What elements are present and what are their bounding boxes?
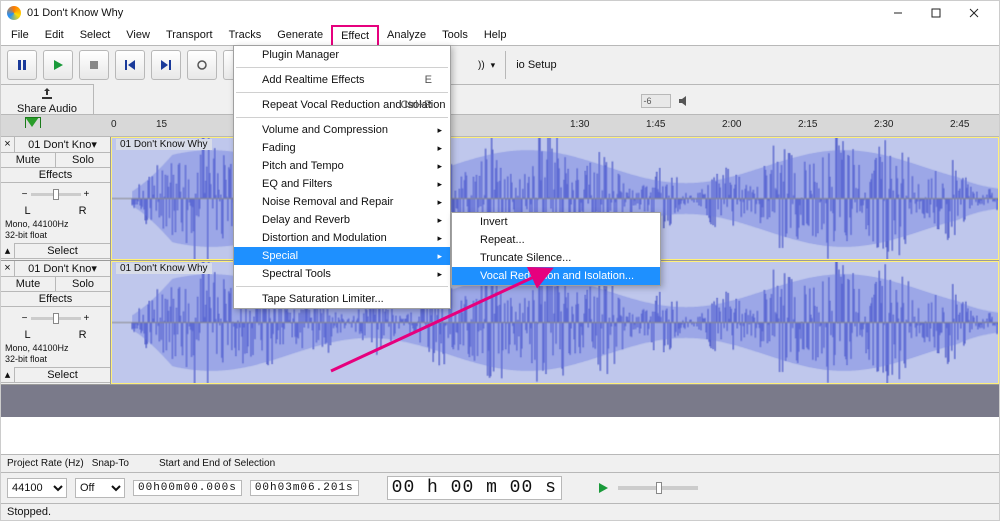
timeline-tick: 2:30 xyxy=(874,119,893,130)
menu-item[interactable]: Volume and Compression▸ xyxy=(234,121,450,139)
stop-button[interactable] xyxy=(79,50,109,80)
timeline-ruler[interactable]: 0151:301:452:002:152:302:453:00 xyxy=(1,115,999,137)
track-format: Mono, 44100Hz32-bit float xyxy=(1,341,110,367)
play-at-speed-icon[interactable] xyxy=(598,482,610,494)
mute-button[interactable]: Mute xyxy=(1,277,56,291)
submenu-item[interactable]: Repeat... xyxy=(452,231,660,249)
special-submenu: InvertRepeat...Truncate Silence...Vocal … xyxy=(451,212,661,286)
menu-item[interactable]: EQ and Filters▸ xyxy=(234,175,450,193)
effect-menu: Plugin Manager Add Realtime EffectsE Repea… xyxy=(233,45,451,309)
audio-setup-label[interactable]: io Setup xyxy=(516,59,556,71)
track-name[interactable]: 01 Don't Kno▾ xyxy=(15,261,110,276)
menu-item[interactable]: Spectral Tools▸ xyxy=(234,265,450,283)
close-button[interactable] xyxy=(955,2,993,24)
submenu-item[interactable]: Truncate Silence... xyxy=(452,249,660,267)
snap-to-label: Snap-To xyxy=(92,458,129,469)
menu-item[interactable]: Special▸ xyxy=(234,247,450,265)
app-logo-icon xyxy=(7,6,21,20)
skip-start-button[interactable] xyxy=(115,50,145,80)
menu-tools[interactable]: Tools xyxy=(434,25,476,45)
menu-item[interactable]: Repeat Vocal Reduction and IsolationCtrl… xyxy=(234,96,450,114)
window-title: 01 Don't Know Why xyxy=(27,7,879,19)
menu-generate[interactable]: Generate xyxy=(269,25,331,45)
solo-button[interactable]: Solo xyxy=(56,153,110,167)
gain-slider[interactable]: −+ xyxy=(1,307,110,329)
selection-label: Start and End of Selection xyxy=(159,458,369,469)
menu-item[interactable]: Pitch and Tempo▸ xyxy=(234,157,450,175)
skip-end-button[interactable] xyxy=(151,50,181,80)
titlebar: 01 Don't Know Why xyxy=(1,1,999,25)
menu-item[interactable]: Delay and Reverb▸ xyxy=(234,211,450,229)
timeline-tick: 0 xyxy=(111,119,117,130)
maximize-button[interactable] xyxy=(917,2,955,24)
audio-position[interactable]: 00 h 00 m 00 s xyxy=(387,476,562,500)
menu-effect[interactable]: Effect xyxy=(331,25,379,45)
timeline-tick: 1:30 xyxy=(570,119,589,130)
playback-speed-slider[interactable] xyxy=(618,486,698,490)
speaker-icon xyxy=(677,94,691,108)
toolbar-area: Share Audio )) ▾ io Setup ▾ -54 -48 -42 … xyxy=(1,45,999,115)
menu-transport[interactable]: Transport xyxy=(158,25,221,45)
menu-item[interactable]: Fading▸ xyxy=(234,139,450,157)
menu-help[interactable]: Help xyxy=(476,25,515,45)
play-button[interactable] xyxy=(43,50,73,80)
share-icon[interactable] xyxy=(40,87,54,101)
track-select-button[interactable]: Select xyxy=(15,243,110,258)
transport-toolbar xyxy=(1,46,260,84)
timeline-tick: 15 xyxy=(156,119,167,130)
pan-slider[interactable]: LR xyxy=(1,205,110,217)
playhead-marker-icon[interactable] xyxy=(25,117,39,127)
menu-file[interactable]: File xyxy=(3,25,37,45)
timeline-tick: 2:15 xyxy=(798,119,817,130)
track-format: Mono, 44100Hz32-bit float xyxy=(1,217,110,243)
gain-slider[interactable]: −+ xyxy=(1,183,110,205)
menu-analyze[interactable]: Analyze xyxy=(379,25,434,45)
project-rate-label: Project Rate (Hz) xyxy=(7,458,84,469)
submenu-item[interactable]: Invert xyxy=(452,213,660,231)
track-header: ×01 Don't Kno▾MuteSoloEffects−+LRMono, 4… xyxy=(1,137,111,260)
track-select-button[interactable]: Select xyxy=(15,367,110,382)
pause-button[interactable] xyxy=(7,50,37,80)
selection-start[interactable]: 00h00m00.000s xyxy=(133,480,242,496)
menu-item[interactable]: Noise Removal and Repair▸ xyxy=(234,193,450,211)
solo-button[interactable]: Solo xyxy=(56,277,110,291)
status-bar: Stopped. xyxy=(1,504,999,520)
mute-button[interactable]: Mute xyxy=(1,153,56,167)
track-close-button[interactable]: × xyxy=(1,261,15,276)
track-close-button[interactable]: × xyxy=(1,137,15,152)
track-header: ×01 Don't Kno▾MuteSoloEffects−+LRMono, 4… xyxy=(1,261,111,384)
menu-item[interactable]: Plugin Manager xyxy=(234,46,450,64)
minimize-button[interactable] xyxy=(879,2,917,24)
menu-item[interactable]: Tape Saturation Limiter... xyxy=(234,290,450,308)
menu-item[interactable]: Add Realtime EffectsE xyxy=(234,71,450,89)
loop-button[interactable] xyxy=(187,50,217,80)
share-label[interactable]: Share Audio xyxy=(17,103,77,115)
menu-tracks[interactable]: Tracks xyxy=(221,25,270,45)
clip-title[interactable]: 01 Don't Know Why xyxy=(116,139,212,150)
timeline-tick: 1:45 xyxy=(646,119,665,130)
track-collapse-button[interactable]: ▴ xyxy=(1,367,15,382)
effects-button[interactable]: Effects xyxy=(1,168,110,182)
menubar: File Edit Select View Transport Tracks G… xyxy=(1,25,999,45)
track-name[interactable]: 01 Don't Kno▾ xyxy=(15,137,110,152)
track-collapse-button[interactable]: ▴ xyxy=(1,243,15,258)
clip-title[interactable]: 01 Don't Know Why xyxy=(116,263,212,274)
project-rate-select[interactable]: 44100 xyxy=(7,478,67,498)
menu-select[interactable]: Select xyxy=(72,25,119,45)
submenu-item[interactable]: Vocal Reduction and Isolation... xyxy=(452,267,660,285)
timeline-tick: 2:00 xyxy=(722,119,741,130)
selection-end[interactable]: 00h03m06.201s xyxy=(250,480,359,496)
menu-edit[interactable]: Edit xyxy=(37,25,72,45)
footer: Project Rate (Hz) Snap-To Start and End … xyxy=(1,454,999,520)
play-meter[interactable]: -6 xyxy=(641,94,671,108)
timeline-tick: 2:45 xyxy=(950,119,969,130)
pan-slider[interactable]: LR xyxy=(1,329,110,341)
share-toolbar: Share Audio xyxy=(1,84,94,116)
effects-button[interactable]: Effects xyxy=(1,292,110,306)
menu-view[interactable]: View xyxy=(118,25,158,45)
menu-item[interactable]: Distortion and Modulation▸ xyxy=(234,229,450,247)
snap-to-select[interactable]: Off xyxy=(75,478,125,498)
